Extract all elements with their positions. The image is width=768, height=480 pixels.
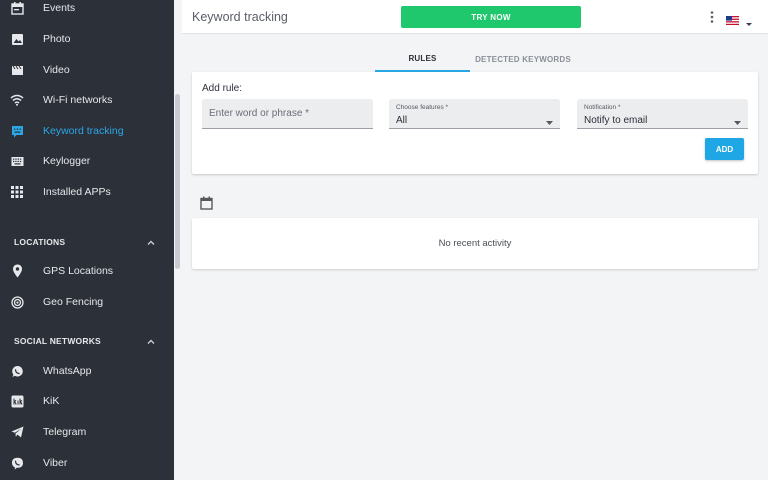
tab-detected-keywords[interactable]: DETECTED KEYWORDS <box>470 46 576 72</box>
sidebar-item-keylogger[interactable]: Keylogger <box>0 146 174 176</box>
sidebar-item-label: Installed APPs <box>43 186 111 198</box>
sidebar-item-label: Keylogger <box>43 155 91 167</box>
sidebar-item-viber[interactable]: Viber <box>0 448 174 478</box>
word-phrase-placeholder: Enter word or phrase * <box>209 108 310 119</box>
sidebar-item-whatsapp[interactable]: WhatsApp <box>0 356 174 386</box>
calendar-icon[interactable] <box>200 196 213 210</box>
section-header-locations[interactable]: LOCATIONS <box>0 228 174 256</box>
sidebar: Events Photo Video Wi-Fi networks Keywor… <box>0 0 174 480</box>
sidebar-item-label: Video <box>43 64 70 76</box>
sidebar-item-kik[interactable]: KiK <box>0 386 174 416</box>
sidebar-item-events[interactable]: Events <box>0 0 174 23</box>
keyboard-icon <box>10 154 24 168</box>
sidebar-item-label: Wi-Fi networks <box>43 94 113 106</box>
apps-grid-icon <box>10 185 24 199</box>
radar-icon <box>10 295 24 309</box>
whatsapp-icon <box>10 364 24 378</box>
chevron-up-icon <box>145 236 157 248</box>
word-phrase-input[interactable]: Enter word or phrase * <box>202 99 373 129</box>
try-now-button[interactable]: TRY NOW <box>401 6 581 28</box>
wifi-icon <box>10 93 24 107</box>
section-title: LOCATIONS <box>14 237 66 247</box>
section-header-social-networks[interactable]: SOCIAL NETWORKS <box>0 327 174 355</box>
sidebar-item-telegram[interactable]: Telegram <box>0 417 174 447</box>
sidebar-scrollbar[interactable] <box>175 94 180 269</box>
activity-panel: No recent activity <box>192 218 758 269</box>
features-select[interactable]: Choose features * All <box>389 99 560 129</box>
dropdown-arrow-icon <box>734 112 741 125</box>
sidebar-item-label: KiK <box>43 395 60 407</box>
language-dropdown-icon[interactable] <box>746 14 752 26</box>
telegram-icon <box>10 425 24 439</box>
sidebar-item-keyword-tracking[interactable]: Keyword tracking <box>0 116 174 146</box>
section-title: SOCIAL NETWORKS <box>14 336 101 346</box>
sidebar-item-photo[interactable]: Photo <box>0 24 174 54</box>
us-flag-icon[interactable] <box>726 12 739 25</box>
sidebar-item-gps-locations[interactable]: GPS Locations <box>0 256 174 286</box>
photo-icon <box>10 32 24 46</box>
add-rule-button[interactable]: ADD <box>705 138 744 160</box>
top-bar: Keyword tracking TRY NOW <box>182 0 768 34</box>
calendar-icon <box>10 1 24 15</box>
sidebar-item-label: Events <box>43 2 76 14</box>
location-pin-icon <box>10 264 24 278</box>
notification-value: Notify to email <box>584 115 648 126</box>
sidebar-item-label: Viber <box>43 457 68 469</box>
sidebar-item-label: Keyword tracking <box>43 125 124 137</box>
kik-icon <box>10 394 24 408</box>
add-rule-card: Add rule: Enter word or phrase * Choose … <box>192 72 758 174</box>
sidebar-item-label: GPS Locations <box>43 265 114 277</box>
sidebar-item-label: Telegram <box>43 426 87 438</box>
notification-label: Notification * <box>584 104 621 111</box>
tab-rules[interactable]: RULES <box>375 46 470 72</box>
keyboard-chat-icon <box>10 124 24 138</box>
sidebar-item-wifi[interactable]: Wi-Fi networks <box>0 85 174 115</box>
sidebar-item-geo-fencing[interactable]: Geo Fencing <box>0 287 174 317</box>
chevron-up-icon <box>145 335 157 347</box>
empty-activity-message: No recent activity <box>438 238 512 249</box>
sidebar-item-installed-apps[interactable]: Installed APPs <box>0 177 174 207</box>
sidebar-item-label: Geo Fencing <box>43 296 104 308</box>
sidebar-item-video[interactable]: Video <box>0 55 174 85</box>
page-title: Keyword tracking <box>192 10 288 24</box>
notification-select[interactable]: Notification * Notify to email <box>577 99 748 129</box>
viber-icon <box>10 456 24 470</box>
sidebar-item-label: WhatsApp <box>43 365 92 377</box>
add-rule-heading: Add rule: <box>202 83 243 94</box>
sidebar-item-label: Photo <box>43 33 71 45</box>
features-label: Choose features * <box>396 104 449 111</box>
features-value: All <box>396 115 408 126</box>
dropdown-arrow-icon <box>546 112 553 125</box>
video-icon <box>10 63 24 77</box>
more-vert-icon[interactable] <box>709 10 715 24</box>
